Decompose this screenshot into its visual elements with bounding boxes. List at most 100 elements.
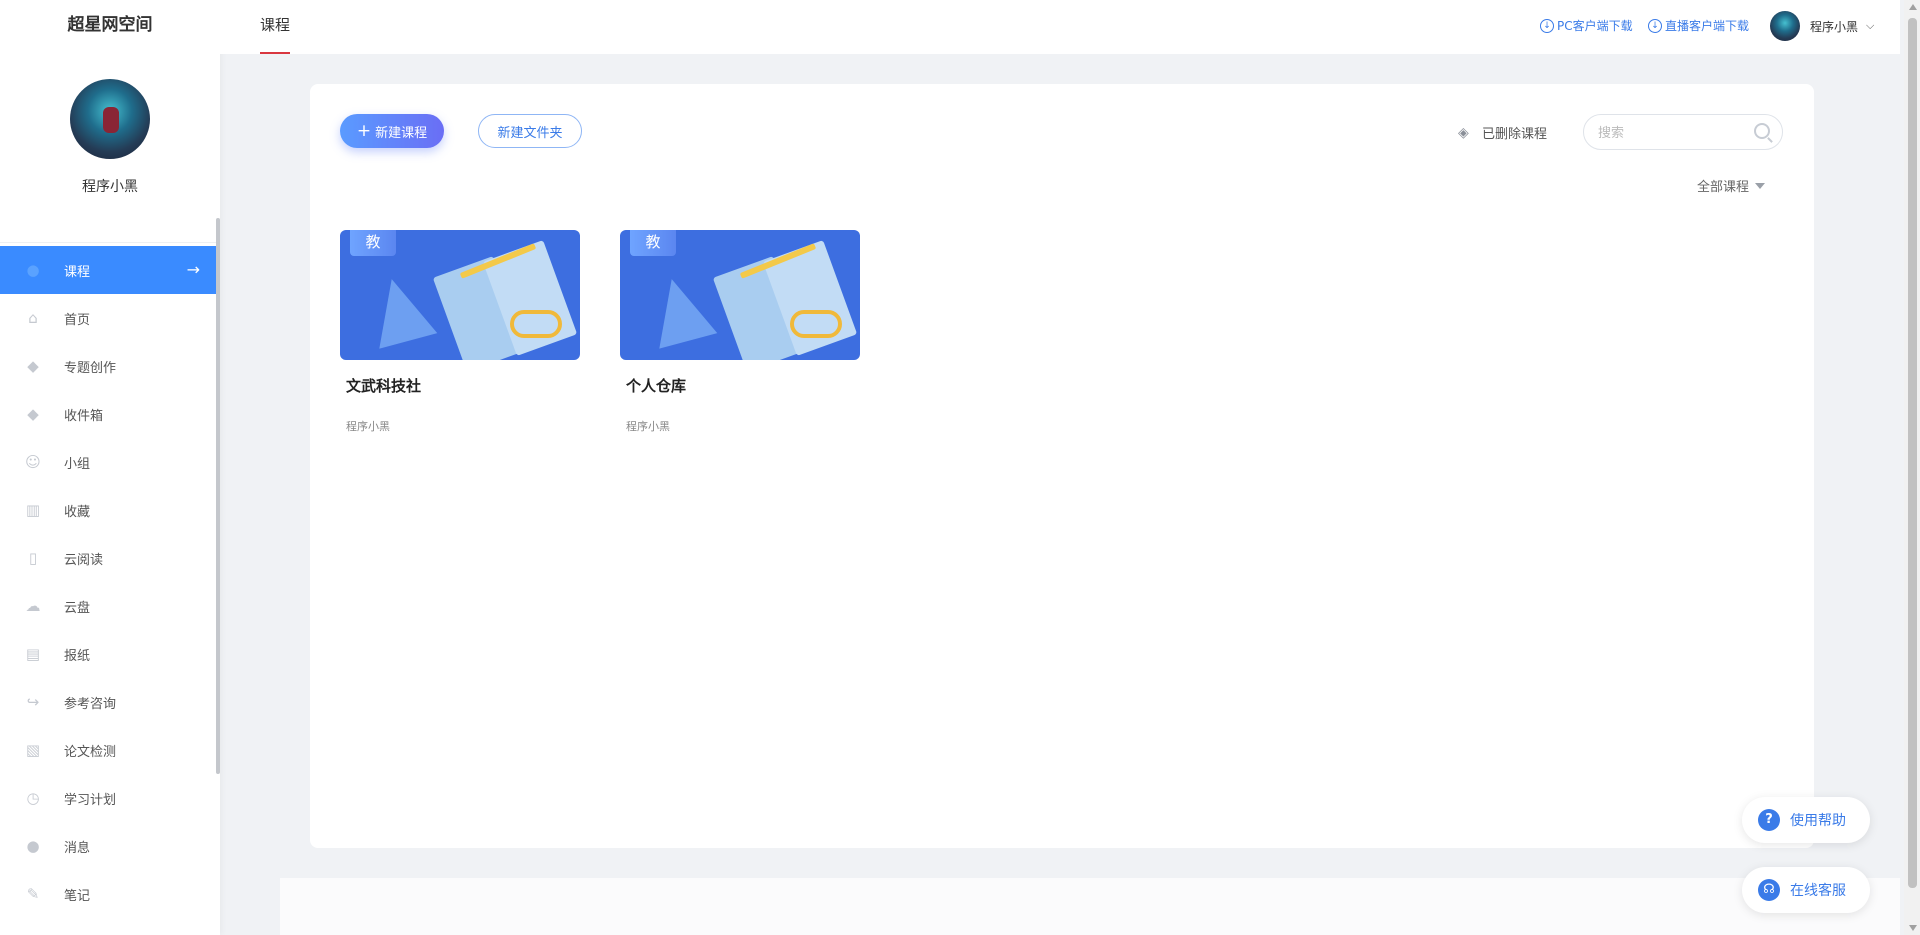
- chevron-down-icon: ⌵: [1866, 19, 1875, 32]
- sidebar: 超星网空间 程序小黑 ● 课程 → ⌂ 首页 ◆ 专题创作 ◆ 收件箱 ☺ 小组…: [0, 0, 220, 935]
- live-download-link[interactable]: ↓ 直播客户端下载: [1648, 17, 1749, 34]
- sidebar-item-topic[interactable]: ◆ 专题创作: [0, 342, 220, 390]
- sidebar-menu: ● 课程 → ⌂ 首页 ◆ 专题创作 ◆ 收件箱 ☺ 小组 ▥ 收藏 ▯ 云阅读: [0, 246, 220, 918]
- question-icon: ?: [1758, 809, 1780, 831]
- sidebar-item-label: 报纸: [64, 648, 91, 664]
- course-cover[interactable]: 教: [620, 230, 860, 360]
- note-icon: ✎: [26, 885, 40, 903]
- user-name: 程序小黑: [1810, 19, 1859, 34]
- sidebar-item-inbox[interactable]: ◆ 收件箱: [0, 390, 220, 438]
- newspaper-icon: ▤: [25, 645, 41, 663]
- course-title[interactable]: 文武科技社: [340, 375, 580, 396]
- ruler-illustration: [362, 271, 438, 349]
- search-box: [1583, 114, 1783, 150]
- course-icon: ●: [26, 261, 40, 279]
- teacher-tag: 教: [350, 230, 396, 256]
- sidebar-item-label: 收件箱: [64, 408, 104, 424]
- sidebar-item-label: 笔记: [64, 888, 91, 904]
- sidebar-item-home[interactable]: ⌂ 首页: [0, 294, 220, 342]
- live-download-label: 直播客户端下载: [1665, 19, 1750, 33]
- brand-title: 超星网空间: [67, 15, 153, 35]
- sidebar-item-label: 收藏: [64, 504, 91, 520]
- pc-download-label: PC客户端下载: [1557, 19, 1633, 33]
- sidebar-item-reading[interactable]: ▯ 云阅读: [0, 534, 220, 582]
- ruler-illustration: [642, 271, 718, 349]
- avatar[interactable]: [70, 79, 150, 159]
- sidebar-item-label: 专题创作: [64, 360, 117, 376]
- service-label: 在线客服: [1790, 883, 1846, 899]
- user-menu[interactable]: 程序小黑 ⌵: [1770, 11, 1874, 41]
- sidebar-item-group[interactable]: ☺ 小组: [0, 438, 220, 486]
- download-icon: ↓: [1648, 18, 1662, 33]
- search-icon[interactable]: [1754, 123, 1770, 139]
- course-cover[interactable]: 教: [340, 230, 580, 360]
- sidebar-item-bookmark[interactable]: ▥ 收藏: [0, 486, 220, 534]
- scroll-up-icon[interactable]: [1909, 4, 1917, 10]
- inbox-icon: ◆: [27, 405, 39, 423]
- avatar: [1770, 11, 1800, 41]
- plus-icon: +: [356, 121, 372, 141]
- course-card[interactable]: 教 文武科技社 程序小黑: [340, 230, 580, 434]
- sidebar-item-study-plan[interactable]: ◷ 学习计划: [0, 774, 220, 822]
- topic-icon: ◆: [27, 357, 39, 375]
- sidebar-item-label: 论文检测: [64, 744, 117, 760]
- bookmark-icon: ▥: [25, 501, 41, 519]
- new-course-label: 新建课程: [375, 125, 428, 141]
- course-teacher: 程序小黑: [346, 420, 390, 433]
- sidebar-item-label: 学习计划: [64, 792, 117, 808]
- profile-panel: 程序小黑: [0, 79, 220, 243]
- home-icon: ⌂: [28, 309, 38, 327]
- consult-icon: ↪: [26, 693, 40, 711]
- sidebar-item-label: 小组: [64, 456, 91, 472]
- sidebar-item-newspaper[interactable]: ▤ 报纸: [0, 630, 220, 678]
- topbar: 课程 ↓ PC客户端下载 ↓ 直播客户端下载 程序小黑 ⌵: [220, 0, 1900, 54]
- teacher-tag: 教: [630, 230, 676, 256]
- sidebar-item-consult[interactable]: ↪ 参考咨询: [0, 678, 220, 726]
- new-course-button[interactable]: + 新建课程: [340, 114, 444, 148]
- search-input[interactable]: [1598, 123, 1748, 143]
- deleted-courses-link[interactable]: ◈ 已删除课程: [1458, 123, 1548, 143]
- course-teacher: 程序小黑: [626, 420, 670, 433]
- sidebar-item-course[interactable]: ● 课程 →: [0, 246, 220, 294]
- help-button[interactable]: ? 使用帮助: [1742, 797, 1870, 843]
- glasses-illustration: [790, 310, 842, 338]
- sidebar-item-label: 云盘: [64, 600, 91, 616]
- help-label: 使用帮助: [1790, 813, 1846, 829]
- layers-icon: ◈: [1458, 124, 1469, 141]
- download-icon: ↓: [1540, 18, 1554, 33]
- online-service-button[interactable]: ☊ 在线客服: [1742, 867, 1870, 913]
- filter-label: 全部课程: [1697, 180, 1750, 195]
- arrow-right-icon: →: [186, 260, 200, 279]
- caret-down-icon: [1755, 182, 1766, 189]
- course-panel: + 新建课程 新建文件夹 ◈ 已删除课程 全部课程 教 文武科技社 程序小黑: [310, 84, 1814, 848]
- sidebar-item-message[interactable]: ● 消息: [0, 822, 220, 870]
- sidebar-item-label: 课程: [64, 264, 91, 280]
- new-folder-button[interactable]: 新建文件夹: [478, 114, 582, 148]
- deleted-courses-label: 已删除课程: [1482, 127, 1548, 142]
- group-icon: ☺: [25, 453, 41, 471]
- pc-download-link[interactable]: ↓ PC客户端下载: [1540, 17, 1633, 34]
- reading-icon: ▯: [28, 549, 38, 567]
- alarm-icon: ◷: [26, 789, 40, 807]
- message-icon: ●: [26, 837, 40, 855]
- scrollbar-thumb[interactable]: [1908, 18, 1917, 888]
- headset-icon: ☊: [1758, 879, 1780, 901]
- tab-course[interactable]: 课程: [260, 0, 291, 54]
- scroll-down-icon[interactable]: [1909, 925, 1917, 931]
- sidebar-item-paper-check[interactable]: ▧ 论文检测: [0, 726, 220, 774]
- profile-name: 程序小黑: [82, 179, 138, 195]
- sidebar-item-label: 消息: [64, 840, 91, 856]
- paper-check-icon: ▧: [25, 741, 41, 759]
- course-title[interactable]: 个人仓库: [620, 375, 860, 396]
- sidebar-item-label: 云阅读: [64, 552, 104, 568]
- sidebar-scrollbar[interactable]: [216, 218, 220, 774]
- sidebar-item-label: 参考咨询: [64, 696, 117, 712]
- glasses-illustration: [510, 310, 562, 338]
- course-card[interactable]: 教 个人仓库 程序小黑: [620, 230, 860, 434]
- sidebar-item-note[interactable]: ✎ 笔记: [0, 870, 220, 918]
- footer-area: [280, 878, 1900, 935]
- course-filter-dropdown[interactable]: 全部课程: [1697, 176, 1766, 195]
- sidebar-item-cloud[interactable]: ☁ 云盘: [0, 582, 220, 630]
- cloud-icon: ☁: [25, 597, 41, 615]
- page-scrollbar[interactable]: [1904, 0, 1920, 935]
